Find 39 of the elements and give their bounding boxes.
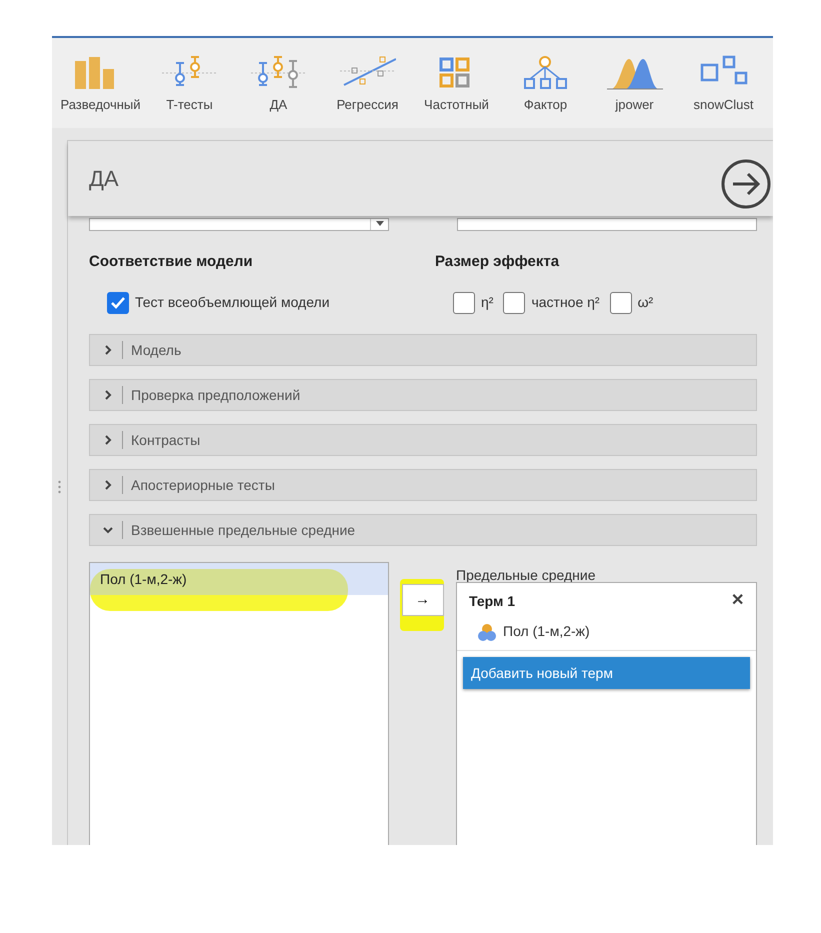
collapsible-section-header[interactable]: Контрасты: [89, 424, 757, 456]
checkbox-label: ω²: [638, 293, 654, 312]
error-bars-icon: [250, 54, 306, 90]
input-field[interactable]: [457, 218, 757, 231]
ribbon-tab[interactable]: Фактор: [501, 54, 590, 114]
ribbon-tab[interactable]: Частотный: [412, 54, 501, 114]
section-heading: Размер эффекта: [435, 252, 560, 272]
checkbox-label: Тест всеобъемлющей модели: [135, 293, 330, 312]
checkbox-label: частное η²: [531, 293, 600, 312]
checkbox-label: η²: [481, 293, 494, 312]
collapsible-section-header[interactable]: Апостериорные тесты: [89, 469, 757, 501]
panel-title: ДА: [89, 165, 119, 193]
collapsible-section-header[interactable]: Взвешенные предельные средние: [89, 514, 757, 546]
add-term-button[interactable]: Добавить новый терм: [463, 657, 750, 689]
move-button[interactable]: →: [402, 584, 444, 616]
ribbon-tab[interactable]: jpower: [590, 54, 679, 114]
collapsible-section-header[interactable]: Модель: [89, 334, 757, 366]
ribbon-tab[interactable]: Разведочный: [56, 54, 145, 114]
term-variable[interactable]: Пол (1-м,2-ж): [503, 621, 590, 642]
checkbox[interactable]: [453, 292, 475, 314]
drag-handle-icon[interactable]: [58, 480, 61, 494]
checkbox[interactable]: [503, 292, 526, 314]
check-icon: [110, 294, 126, 310]
variable-list[interactable]: Пол (1-м,2-ж): [89, 562, 389, 845]
collapsible-section-header[interactable]: Проверка предположений: [89, 379, 757, 411]
checkbox[interactable]: [610, 292, 632, 314]
ribbon-tab[interactable]: snowClust: [679, 54, 768, 114]
ribbon-tab[interactable]: Регрессия: [323, 54, 412, 114]
section-heading: Соответствие модели: [89, 252, 254, 272]
dropdown-arrow-icon[interactable]: [376, 221, 384, 226]
field-label: Предельные средние: [456, 566, 596, 585]
checkbox[interactable]: [107, 292, 129, 314]
ribbon-tab[interactable]: ДА: [234, 54, 323, 114]
arrow-circle-icon[interactable]: [720, 158, 772, 210]
ribbon-tab[interactable]: T-тесты: [145, 54, 234, 114]
term-title: Терм 1: [469, 592, 516, 611]
nominal-variable-icon: [477, 622, 497, 642]
variable-item[interactable]: Пол (1-м,2-ж): [90, 563, 388, 595]
close-button[interactable]: ✕: [731, 589, 744, 613]
